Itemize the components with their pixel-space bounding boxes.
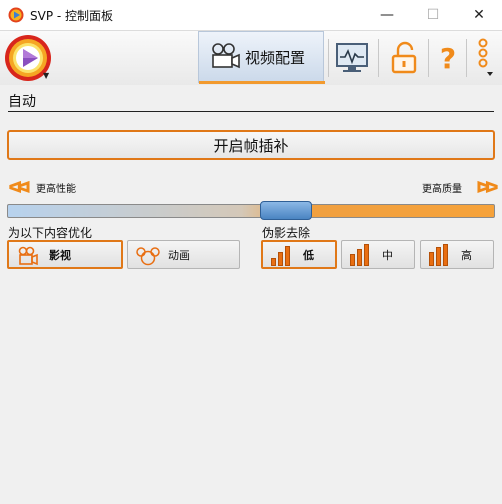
tab-active-underline [199, 81, 325, 84]
artifact-high-label: 高 [461, 248, 472, 262]
more-vertical-icon [478, 38, 493, 76]
bars-low-icon [271, 244, 290, 266]
quality-slider-track[interactable] [7, 204, 495, 218]
optimize-animation-label: 动画 [168, 248, 190, 262]
artifact-medium-label: 中 [382, 248, 393, 262]
artifact-low-label: 低 [303, 248, 314, 262]
artifact-removal-label: 伪影去除 [262, 226, 311, 240]
mouse-cartoon-icon [136, 246, 160, 265]
window-title: SVP - 控制面板 [30, 9, 114, 23]
close-button[interactable]: ✕ [456, 0, 502, 30]
lock-button[interactable] [384, 39, 424, 77]
double-chevron-right-icon[interactable]: ᐅᐅ [476, 178, 499, 197]
title-bar: SVP - 控制面板 — ☐ ✕ [0, 0, 502, 31]
double-chevron-left-icon[interactable]: ᐊᐊ [8, 178, 31, 197]
artifact-medium-button[interactable]: 中 [341, 240, 415, 269]
profile-mode-divider [8, 111, 494, 112]
optimize-animation-button[interactable]: 动画 [127, 240, 240, 269]
enable-frame-interpolation-button[interactable]: 开启帧插补 [7, 130, 495, 160]
artifact-high-button[interactable]: 高 [420, 240, 494, 269]
minimize-icon: — [380, 7, 394, 23]
maximize-button[interactable]: ☐ [410, 0, 456, 30]
tab-video-config[interactable]: 视频配置 [198, 31, 325, 84]
monitor-icon [336, 43, 368, 72]
toolbar: ▼ 视频配置 ? [0, 31, 502, 85]
help-icon: ? [439, 41, 457, 75]
optimize-film-label: 影视 [49, 248, 71, 262]
toolbar-separator [466, 39, 467, 77]
optimize-film-button[interactable]: 影视 [7, 240, 123, 269]
close-icon: ✕ [473, 7, 485, 23]
higher-quality-label: 更高质量 [422, 184, 462, 195]
optimize-for-label: 为以下内容优化 [8, 226, 93, 240]
logo-dropdown-icon[interactable]: ▼ [43, 71, 49, 80]
tab-video-config-label: 视频配置 [245, 48, 306, 67]
maximize-icon: ☐ [426, 7, 440, 23]
bars-high-icon [429, 243, 448, 266]
movie-camera-icon [212, 43, 240, 69]
monitor-button[interactable] [332, 39, 372, 77]
help-button[interactable]: ? [434, 39, 462, 77]
unlock-icon [391, 41, 417, 74]
artifact-low-button[interactable]: 低 [261, 240, 337, 269]
film-camera-icon [18, 246, 38, 265]
toolbar-separator [428, 39, 429, 77]
profile-mode-label[interactable]: 自动 [8, 91, 36, 111]
quality-slider-thumb[interactable] [260, 201, 312, 220]
more-menu-button[interactable] [472, 38, 494, 77]
svp-app-icon [8, 7, 24, 23]
toolbar-separator [328, 39, 329, 77]
toolbar-separator [378, 39, 379, 77]
bars-medium-icon [350, 243, 369, 266]
minimize-button[interactable]: — [364, 0, 410, 30]
higher-performance-label: 更高性能 [36, 184, 76, 195]
